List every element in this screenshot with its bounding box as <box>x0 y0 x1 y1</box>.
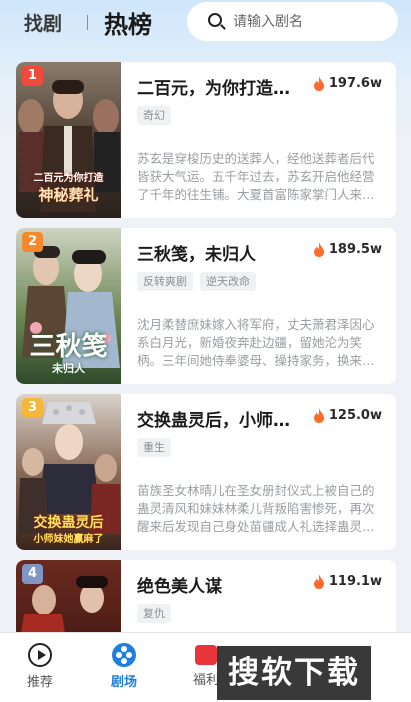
drama-card[interactable]: 2 三秋笺 未归人 三秋笺，未归人 189.5w 反转爽剧 逆天改命 沈月柔替庶… <box>16 228 396 384</box>
tag-list: 奇幻 <box>137 106 171 125</box>
poster-title-line1: 三秋笺 <box>29 332 108 362</box>
heat-value: 197.6w <box>328 76 382 91</box>
tag-list: 反转爽剧 逆天改命 <box>137 272 256 291</box>
heat-value: 125.0w <box>328 408 382 423</box>
fire-icon <box>313 76 324 91</box>
nav-label: 剧场 <box>110 675 137 690</box>
tab-hot-list[interactable]: 热榜 <box>104 5 152 40</box>
tab-find[interactable]: 找剧 <box>24 9 62 36</box>
rank-badge: 1 <box>22 66 43 86</box>
theater-icon <box>112 643 136 667</box>
rank-badge: 2 <box>22 232 43 252</box>
drama-poster[interactable]: 2 三秋笺 未归人 <box>16 228 121 384</box>
drama-card[interactable]: 1 二百元为你打造 神秘葬礼 二百元，为你打造神秘葬礼 197.6w 奇幻 苏玄… <box>16 62 396 218</box>
heat-value: 119.1w <box>328 574 382 589</box>
poster-title-line1: 交换蛊灵后 <box>33 515 104 531</box>
drama-title[interactable]: 交换蛊灵后，小师妹她赢麻了 <box>137 406 302 431</box>
genre-tag[interactable]: 复仇 <box>137 604 171 623</box>
tag-list: 复仇 <box>137 604 171 623</box>
drama-poster[interactable]: 1 二百元为你打造 神秘葬礼 <box>16 62 121 218</box>
tag-list: 重生 <box>137 438 171 457</box>
poster-title-line2: 小师妹她赢麻了 <box>33 534 104 545</box>
drama-description: 苏玄是穿梭历史的送葬人，经他送葬者后代皆获大气运。五千年过去，苏玄开启他经营了千… <box>137 151 375 202</box>
rank-badge: 4 <box>22 564 43 584</box>
heat-count: 125.0w <box>313 408 382 423</box>
heat-count: 119.1w <box>313 574 382 589</box>
poster-title-line2: 神秘葬礼 <box>38 186 99 204</box>
nav-item-recommend[interactable]: 推荐 <box>10 643 70 690</box>
search-bar[interactable] <box>187 2 398 41</box>
search-icon <box>207 12 227 32</box>
genre-tag[interactable]: 逆天改命 <box>200 272 256 291</box>
fire-icon <box>313 408 324 423</box>
heat-count: 197.6w <box>313 76 382 91</box>
genre-tag[interactable]: 重生 <box>137 438 171 457</box>
header: 找剧 热榜 <box>0 0 411 46</box>
tab-divider <box>87 15 88 30</box>
fire-icon <box>313 574 324 589</box>
poster-title-line2: 未归人 <box>52 362 85 375</box>
drama-description: 苗族圣女林晴儿在圣女册封仪式上被自己的蛊灵清风和妹妹林柔儿背叛陷害惨死，再次醒来… <box>137 483 375 534</box>
rank-badge: 3 <box>22 398 43 418</box>
genre-tag[interactable]: 奇幻 <box>137 106 171 125</box>
search-input[interactable] <box>233 13 393 30</box>
watermark-logo: 搜软下载 <box>217 646 371 700</box>
drama-poster[interactable]: 3 交换蛊灵后 小师妹她赢麻了 <box>16 394 121 550</box>
poster-title-line1: 二百元为你打造 <box>33 173 104 184</box>
genre-tag[interactable]: 反转爽剧 <box>137 272 193 291</box>
drama-title[interactable]: 绝色美人谋 <box>137 572 302 597</box>
drama-description: 沈月柔替庶妹嫁入将军府，丈夫萧君泽因心系白月光，新婚夜奔赴边疆，留她沦为笑柄。三… <box>137 317 375 368</box>
welfare-icon <box>195 645 217 665</box>
drama-title[interactable]: 二百元，为你打造神秘葬礼 <box>137 74 302 99</box>
nav-item-theater[interactable]: 剧场 <box>94 643 154 690</box>
nav-label: 推荐 <box>26 675 53 690</box>
drama-title[interactable]: 三秋笺，未归人 <box>137 240 302 265</box>
drama-card[interactable]: 3 交换蛊灵后 小师妹她赢麻了 交换蛊灵后，小师妹她赢麻了 125.0w 重生 … <box>16 394 396 550</box>
fire-icon <box>313 242 324 257</box>
play-icon <box>28 643 52 667</box>
heat-count: 189.5w <box>313 242 382 257</box>
heat-value: 189.5w <box>328 242 382 257</box>
